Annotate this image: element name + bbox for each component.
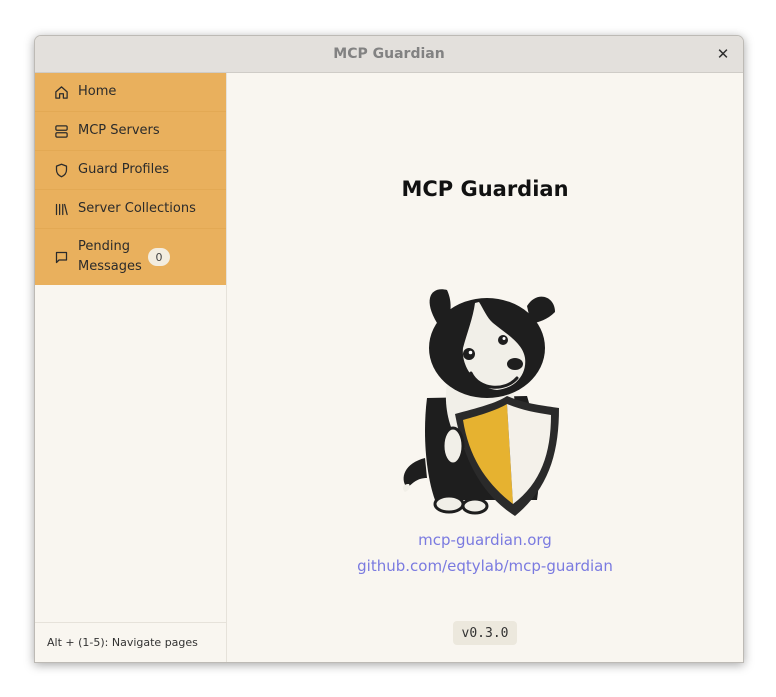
github-link[interactable]: github.com/eqtylab/mcp-guardian [227,557,743,575]
sidebar-item-label: Server Collections [78,201,196,216]
sidebar-item-server-collections[interactable]: Server Collections [35,190,226,229]
pending-count-badge: 0 [148,248,170,266]
sidebar-item-label: Home [78,84,117,99]
sidebar: Home MCP Servers Guard Profiles Server C… [35,73,227,662]
sidebar-item-home[interactable]: Home [35,73,226,112]
keyboard-hint: Alt + (1-5): Navigate pages [35,622,226,662]
sidebar-item-label: Pending Messages [78,239,142,274]
shield-icon [52,161,70,179]
close-icon: ✕ [716,45,730,63]
app-window: MCP Guardian ✕ Home MCP Servers Guard Pr… [34,35,744,663]
main-content: MCP Guardian mcp-guardian.org github.com… [227,73,743,662]
version-badge: v0.3.0 [453,621,517,645]
page-title: MCP Guardian [401,177,569,201]
library-icon [52,200,70,218]
sidebar-nav: Home MCP Servers Guard Profiles Server C… [35,73,226,285]
message-icon [52,248,70,266]
close-button[interactable]: ✕ [713,44,733,64]
mascot-tail [403,458,427,488]
window-title: MCP Guardian [333,46,445,62]
home-icon [52,83,70,101]
sidebar-item-label: Guard Profiles [78,162,169,177]
title-bar: MCP Guardian ✕ [35,36,743,73]
server-icon [52,122,70,140]
sidebar-item-label: MCP Servers [78,123,160,138]
sidebar-item-guard-profiles[interactable]: Guard Profiles [35,151,226,190]
mascot-image [387,278,587,528]
sidebar-item-mcp-servers[interactable]: MCP Servers [35,112,226,151]
sidebar-item-pending-messages[interactable]: Pending Messages 0 [35,229,226,285]
website-link[interactable]: mcp-guardian.org [227,531,743,549]
